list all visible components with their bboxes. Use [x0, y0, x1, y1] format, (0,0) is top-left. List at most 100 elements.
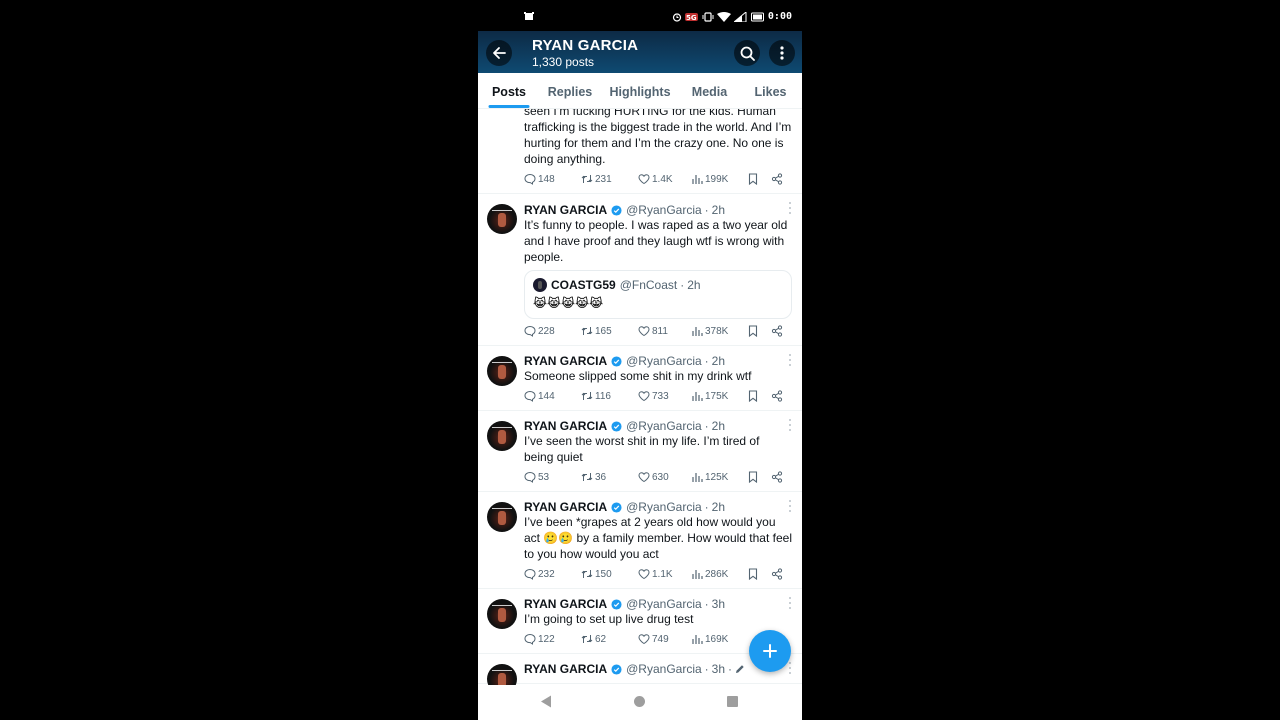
like-count: 811	[652, 325, 668, 337]
tweet-more-button[interactable]	[788, 500, 792, 512]
author-handle[interactable]: @RyanGarcia	[626, 597, 702, 611]
bookmark-button[interactable]	[747, 568, 759, 580]
more-options-button[interactable]	[769, 40, 795, 66]
like-button[interactable]: 630	[638, 471, 669, 483]
quote-time: 2h	[687, 278, 701, 292]
nav-recents-icon[interactable]	[727, 696, 738, 707]
retweet-count: 165	[595, 325, 612, 337]
avatar[interactable]	[487, 421, 517, 451]
author-name[interactable]: RYAN GARCIA	[524, 419, 607, 433]
bookmark-button[interactable]	[747, 390, 759, 402]
share-button[interactable]	[771, 173, 783, 185]
reply-button[interactable]: 144	[524, 390, 555, 402]
search-button[interactable]	[734, 40, 760, 66]
views-icon	[692, 327, 703, 336]
like-button[interactable]: 1.4K	[638, 173, 673, 185]
retweet-button[interactable]: 36	[581, 471, 606, 483]
tweet-time: 2h	[711, 500, 726, 514]
reply-button[interactable]: 122	[524, 633, 555, 645]
bookmark-button[interactable]	[747, 173, 759, 185]
avatar[interactable]	[487, 599, 517, 629]
compose-button[interactable]	[749, 630, 791, 672]
author-name[interactable]: RYAN GARCIA	[524, 662, 607, 676]
tweet-feed[interactable]: seen I’m fucking HURTING for the kids. H…	[478, 109, 802, 685]
tab-highlights[interactable]: Highlights	[600, 73, 680, 109]
nav-home-icon[interactable]	[634, 696, 645, 707]
tab-replies[interactable]: Replies	[540, 73, 600, 109]
author-name[interactable]: RYAN GARCIA	[524, 203, 607, 217]
tweet-actions: 148 231 1.4K 199K	[524, 167, 792, 193]
reply-button[interactable]: 228	[524, 325, 555, 337]
share-icon	[771, 471, 783, 483]
tweet-more-button[interactable]	[788, 662, 792, 674]
views-button[interactable]: 199K	[691, 173, 728, 185]
like-button[interactable]: 811	[638, 325, 668, 337]
verified-badge-icon	[611, 501, 622, 513]
reply-button[interactable]: 232	[524, 568, 555, 580]
view-count: 378K	[705, 325, 729, 337]
view-count: 169K	[705, 633, 729, 645]
tab-likes[interactable]: Likes	[739, 73, 802, 109]
avatar[interactable]	[487, 356, 517, 386]
avatar[interactable]	[487, 664, 517, 685]
tweet-more-button[interactable]	[788, 354, 792, 366]
avatar[interactable]	[487, 204, 517, 234]
tweet[interactable]: seen I’m fucking HURTING for the kids. H…	[478, 109, 802, 194]
views-icon	[692, 635, 703, 644]
retweet-button[interactable]: 150	[581, 568, 612, 580]
bookmark-icon	[748, 568, 758, 580]
post-count: 1,330 posts	[532, 55, 595, 69]
tab-posts[interactable]: Posts	[478, 73, 540, 109]
retweet-icon	[581, 473, 593, 481]
retweet-button[interactable]: 116	[581, 390, 611, 402]
back-button[interactable]	[486, 40, 512, 66]
like-button[interactable]: 1.1K	[638, 568, 673, 580]
author-handle[interactable]: @RyanGarcia	[626, 203, 702, 217]
share-button[interactable]	[771, 390, 783, 402]
reply-button[interactable]: 148	[524, 173, 555, 185]
author-name[interactable]: RYAN GARCIA	[524, 597, 607, 611]
tweet[interactable]: RYAN GARCIA @RyanGarcia · 2h I’ve been *…	[478, 492, 802, 589]
view-count: 125K	[705, 471, 729, 483]
share-button[interactable]	[771, 568, 783, 580]
like-button[interactable]: 733	[638, 390, 669, 402]
avatar[interactable]	[487, 502, 517, 532]
quoted-tweet[interactable]: COASTG59 @FnCoast · 2h 😹😹😹😹😹	[524, 270, 792, 319]
author-handle[interactable]: @RyanGarcia	[626, 500, 702, 514]
bookmark-button[interactable]	[747, 471, 759, 483]
views-button[interactable]: 175K	[691, 390, 728, 402]
tweet-more-button[interactable]	[788, 597, 792, 609]
tweet[interactable]: RYAN GARCIA @RyanGarcia · 2h I’ve seen t…	[478, 411, 802, 492]
reply-icon	[524, 568, 536, 580]
tweet[interactable]: RYAN GARCIA @RyanGarcia · 2h Someone sli…	[478, 346, 802, 411]
author-name[interactable]: RYAN GARCIA	[524, 500, 607, 514]
reply-count: 228	[538, 325, 555, 337]
bookmark-button[interactable]	[747, 325, 759, 337]
reply-count: 148	[538, 173, 555, 185]
author-name[interactable]: RYAN GARCIA	[524, 354, 607, 368]
tab-media[interactable]: Media	[680, 73, 739, 109]
views-button[interactable]: 378K	[691, 325, 728, 337]
tweet-more-button[interactable]	[788, 202, 792, 214]
tweet-more-button[interactable]	[788, 419, 792, 431]
views-button[interactable]: 286K	[691, 568, 728, 580]
nav-back-icon[interactable]	[540, 695, 552, 708]
author-handle[interactable]: @RyanGarcia	[626, 419, 702, 433]
heart-icon	[638, 634, 650, 645]
retweet-button[interactable]: 231	[581, 173, 612, 185]
tweet-header: RYAN GARCIA @RyanGarcia · 2h	[524, 500, 726, 514]
retweet-button[interactable]: 165	[581, 325, 612, 337]
arrow-left-icon	[493, 47, 506, 59]
reply-button[interactable]: 53	[524, 471, 549, 483]
retweet-button[interactable]: 62	[581, 633, 606, 645]
views-button[interactable]: 169K	[691, 633, 728, 645]
share-button[interactable]	[771, 471, 783, 483]
views-button[interactable]: 125K	[691, 471, 728, 483]
author-handle[interactable]: @RyanGarcia	[626, 662, 702, 676]
retweet-count: 62	[595, 633, 607, 645]
share-button[interactable]	[771, 325, 783, 337]
tweet[interactable]: RYAN GARCIA @RyanGarcia · 2h It’s funny …	[478, 194, 802, 346]
author-handle[interactable]: @RyanGarcia	[626, 354, 702, 368]
like-button[interactable]: 749	[638, 633, 669, 645]
retweet-icon	[581, 635, 593, 643]
